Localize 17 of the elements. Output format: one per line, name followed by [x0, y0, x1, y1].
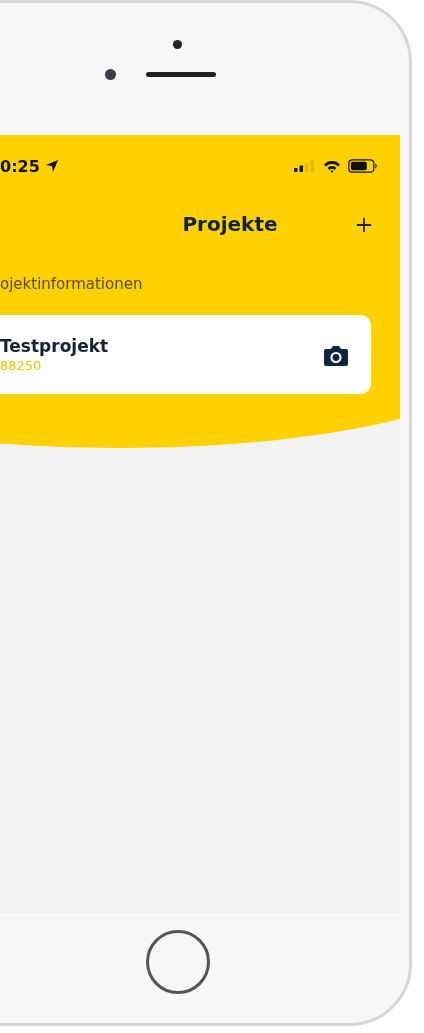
- add-icon: [356, 217, 372, 233]
- section-label: ojektinformationen: [0, 275, 144, 293]
- location-arrow-icon: [44, 159, 59, 173]
- signal-icon: [294, 160, 316, 172]
- project-name: Testprojekt: [0, 336, 109, 356]
- add-button[interactable]: [354, 215, 374, 235]
- wifi-icon: [323, 159, 341, 173]
- project-number: 88250: [0, 358, 43, 373]
- battery-icon: [348, 159, 378, 173]
- camera-icon[interactable]: [323, 343, 349, 366]
- camera-lens: [105, 69, 116, 80]
- home-button[interactable]: [145, 930, 210, 994]
- speaker-slot: [146, 72, 216, 77]
- project-card[interactable]: Testprojekt 88250: [0, 315, 371, 394]
- screen-title: Projekte: [182, 212, 278, 236]
- status-time: 0:25: [0, 156, 40, 176]
- sensor-dot: [173, 40, 182, 49]
